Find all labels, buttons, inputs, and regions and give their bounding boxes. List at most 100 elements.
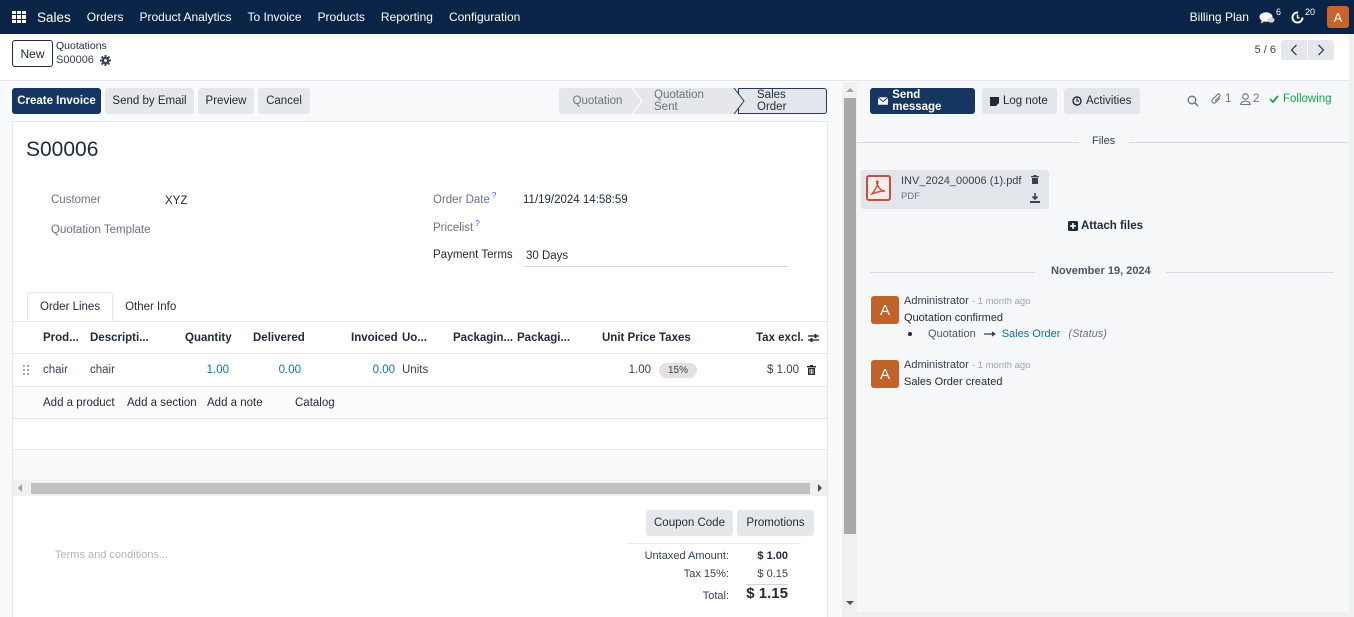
catalog-link[interactable]: Catalog [295,387,335,418]
cell-delivered[interactable]: 0.00 [279,354,301,386]
tracking-new-value: Sales Order [1001,328,1061,340]
help-icon[interactable]: ? [475,219,479,228]
horizontal-scrollbar[interactable] [13,480,827,496]
attach-files-button[interactable]: Attach files [1068,220,1143,232]
attach-files-label: Attach files [1081,220,1143,232]
col-uom[interactable]: Uo... [402,322,427,353]
cell-description[interactable]: chair [90,354,115,386]
order-date-field[interactable]: 11/19/2024 14:58:59 [523,194,628,206]
menu-product-analytics[interactable]: Product Analytics [139,10,231,24]
app-name[interactable]: Sales [37,10,71,25]
col-taxes[interactable]: Taxes [659,322,691,353]
form-vertical-scrollbar[interactable] [842,82,857,617]
coupon-code-button[interactable]: Coupon Code [646,510,733,536]
cell-unit-price[interactable]: 1.00 [629,354,651,386]
quotation-template-field[interactable] [165,224,395,240]
status-sales-order[interactable]: Sales Order [738,88,827,114]
author-name[interactable]: Administrator [904,359,969,371]
status-bar: Quotation Quotation Sent Sales Order [559,88,827,114]
new-button[interactable]: New [12,40,53,67]
activities-count: 20 [1304,7,1315,17]
pager-next-button[interactable] [1308,40,1334,60]
add-section-link[interactable]: Add a section [127,387,197,418]
menu-reporting[interactable]: Reporting [381,10,433,24]
status-quotation[interactable]: Quotation [559,88,636,114]
delete-line-button[interactable] [807,354,816,386]
main-menu: Orders Product Analytics To Invoice Prod… [87,10,537,24]
page-scrollbar[interactable] [1349,34,1354,617]
followers-button[interactable]: 2 [1240,93,1259,105]
menu-products[interactable]: Products [318,10,365,24]
attachment-card[interactable]: INV_2024_00006 (1).pdf PDF [861,170,1049,209]
drag-handle[interactable] [23,354,29,386]
breadcrumb-parent[interactable]: Quotations [56,40,107,52]
log-note-button[interactable]: Log note [982,88,1057,114]
cancel-button[interactable]: Cancel [258,88,310,114]
message-author: Administrator - 1 month ago [904,359,1030,371]
scroll-left-arrow-icon[interactable] [18,484,22,492]
send-by-email-button[interactable]: Send by Email [105,88,194,114]
col-quantity[interactable]: Quantity [185,322,232,353]
send-message-button[interactable]: Send message [870,88,975,114]
pager-previous-button[interactable] [1281,40,1307,60]
cell-quantity[interactable]: 1.00 [207,354,229,386]
preview-button[interactable]: Preview [198,88,254,114]
col-invoiced[interactable]: Invoiced [351,322,398,353]
avatar[interactable]: A [871,296,899,324]
table-row[interactable]: chair chair 1.00 0.00 0.00 Units 1.00 15… [13,354,827,387]
menu-to-invoice[interactable]: To Invoice [248,10,302,24]
terms-and-conditions-input[interactable]: Terms and conditions... [55,549,168,561]
cell-invoiced[interactable]: 0.00 [373,354,395,386]
customer-field[interactable]: XYZ [165,195,187,207]
cell-taxes[interactable]: 15% [659,354,698,386]
payment-terms-underline [523,266,788,267]
message-date: - 1 month ago [971,296,1031,307]
breadcrumb-current-label: S00006 [56,54,94,66]
status-quotation-sent[interactable]: Quotation Sent [636,88,738,114]
col-description[interactable]: Descripti... [90,322,149,353]
page-horizontal-scrollbar[interactable] [857,612,1354,617]
activities-button[interactable]: Activities [1064,88,1140,114]
user-icon [1240,93,1251,105]
cell-product[interactable]: chair [43,354,68,386]
tab-order-lines[interactable]: Order Lines [27,292,114,322]
add-note-link[interactable]: Add a note [207,387,263,418]
company-switcher[interactable]: Billing Plan [1190,10,1249,24]
menu-configuration[interactable]: Configuration [449,10,520,24]
tab-other-info[interactable]: Other Info [113,292,188,322]
col-packaging[interactable]: Packagi... [517,322,570,353]
col-packaging-qty[interactable]: Packagin... [453,322,513,353]
menu-orders[interactable]: Orders [87,10,124,24]
scroll-down-arrow-icon[interactable] [846,601,854,605]
help-icon[interactable]: ? [492,191,496,200]
col-unit-price[interactable]: Unit Price [602,322,656,353]
top-navbar: Sales Orders Product Analytics To Invoic… [0,0,1354,34]
gear-icon[interactable] [99,54,111,66]
scroll-up-arrow-icon[interactable] [846,88,854,92]
total-label: Total: [702,590,729,602]
avatar[interactable]: A [871,360,899,388]
user-avatar[interactable]: A [1327,6,1349,28]
scrollbar-thumb[interactable] [844,98,856,534]
scroll-right-arrow-icon[interactable] [818,484,822,492]
payment-terms-field[interactable]: 30 Days [526,250,568,262]
author-name[interactable]: Administrator [904,295,969,307]
pricelist-field[interactable] [523,222,788,238]
add-product-link[interactable]: Add a product [43,387,115,418]
cell-uom[interactable]: Units [402,354,428,386]
activities-button[interactable]: 20 [1291,7,1315,24]
col-tax-excl[interactable]: Tax excl. [756,322,804,353]
search-icon[interactable] [1187,95,1199,107]
trash-icon[interactable] [1031,175,1039,184]
messages-button[interactable]: 6 [1259,7,1281,24]
create-invoice-button[interactable]: Create Invoice [12,88,101,114]
apps-menu-icon[interactable] [12,11,26,23]
col-product[interactable]: Prod... [43,322,79,353]
scrollbar-thumb[interactable] [31,483,810,494]
following-button[interactable]: Following [1269,93,1332,105]
download-icon[interactable] [1030,193,1040,203]
attachments-button[interactable]: 1 [1211,93,1231,105]
promotions-button[interactable]: Promotions [737,510,814,536]
optional-columns-toggle[interactable] [808,322,819,353]
col-delivered[interactable]: Delivered [253,322,305,353]
